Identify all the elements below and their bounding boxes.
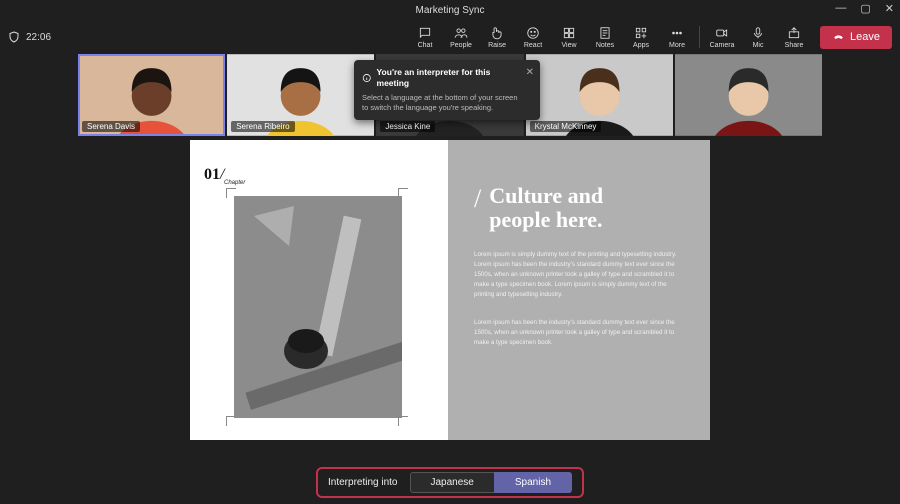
chapter-number: 01/	[204, 166, 224, 184]
mic-icon	[751, 26, 765, 40]
doc-paragraph: Lorem ipsum is simply dummy text of the …	[474, 250, 688, 300]
participant-tile[interactable]: Serena Ribeiro	[227, 54, 374, 136]
more-button[interactable]: More	[659, 26, 695, 49]
interpreter-tooltip: You're an interpreter for this meeting S…	[354, 60, 540, 120]
meeting-toolbar: 22:06 Chat People Raise React View Notes	[0, 20, 900, 54]
participant-tile[interactable]: Serena Davis	[78, 54, 225, 136]
apps-icon	[634, 26, 648, 40]
crop-mark	[226, 416, 236, 426]
doc-photo	[234, 196, 402, 418]
shared-content-stage: 01/ Chapter / Culture and peo	[0, 138, 900, 444]
doc-heading: Culture and people here.	[489, 184, 679, 232]
tooltip-close[interactable]: ✕	[526, 66, 534, 80]
language-option-japanese[interactable]: Japanese	[409, 472, 494, 493]
notes-button[interactable]: Notes	[587, 26, 623, 49]
meeting-duration: 22:06	[8, 31, 51, 43]
toolbar-buttons: Chat People Raise React View Notes Apps	[407, 26, 892, 49]
language-option-spanish[interactable]: Spanish	[494, 472, 572, 493]
camera-button[interactable]: Camera	[704, 26, 740, 49]
chat-icon	[418, 26, 432, 40]
photo-illustration	[234, 196, 402, 418]
doc-paragraph: Lorem ipsum has been the industry's stan…	[474, 318, 688, 348]
chapter-label: Chapter	[224, 180, 245, 186]
interpreter-bar: Interpreting into JapaneseSpanish	[316, 467, 584, 498]
raise-hand-button[interactable]: Raise	[479, 26, 515, 49]
react-button[interactable]: React	[515, 26, 551, 49]
participant-name: Serena Ribeiro	[231, 121, 294, 132]
people-icon	[454, 26, 468, 40]
crop-mark	[398, 416, 408, 426]
share-icon	[787, 26, 801, 40]
window-title: Marketing Sync	[416, 5, 485, 16]
window-minimize[interactable]: —	[835, 2, 846, 15]
more-icon	[670, 26, 684, 40]
react-icon	[526, 26, 540, 40]
doc-left-page: 01/ Chapter	[190, 140, 448, 440]
info-icon	[362, 73, 372, 83]
participant-name: Krystal McKinney	[530, 121, 602, 132]
participant-name: Jessica Kine	[380, 121, 435, 132]
leave-icon	[832, 31, 845, 44]
window-maximize[interactable]: ▢	[860, 2, 870, 15]
language-options: JapaneseSpanish	[409, 472, 572, 493]
view-icon	[562, 26, 576, 40]
participant-name: Serena Davis	[82, 121, 140, 132]
shield-icon	[8, 31, 20, 43]
chat-button[interactable]: Chat	[407, 26, 443, 49]
title-bar: Marketing Sync — ▢ ✕	[0, 0, 900, 20]
leave-button[interactable]: Leave	[820, 26, 892, 49]
notes-icon	[598, 26, 612, 40]
apps-button[interactable]: Apps	[623, 26, 659, 49]
heading-slash: /	[474, 184, 481, 214]
participant-video	[675, 54, 822, 136]
window-close[interactable]: ✕	[885, 2, 894, 15]
doc-right-page: / Culture and people here. Lorem ipsum i…	[448, 140, 710, 440]
camera-icon	[715, 26, 729, 40]
participant-tile[interactable]: Krystal McKinney	[526, 54, 673, 136]
mic-button[interactable]: Mic	[740, 26, 776, 49]
timer-text: 22:06	[26, 32, 51, 43]
shared-document: 01/ Chapter / Culture and peo	[190, 140, 710, 440]
tooltip-title: You're an interpreter for this meeting	[377, 67, 518, 90]
people-button[interactable]: People	[443, 26, 479, 49]
participant-tile[interactable]	[675, 54, 822, 136]
view-button[interactable]: View	[551, 26, 587, 49]
share-button[interactable]: Share	[776, 26, 812, 49]
tooltip-body: Select a language at the bottom of your …	[362, 93, 518, 113]
toolbar-separator	[699, 26, 700, 48]
raise-hand-icon	[490, 26, 504, 40]
interpreter-label: Interpreting into	[328, 477, 398, 488]
